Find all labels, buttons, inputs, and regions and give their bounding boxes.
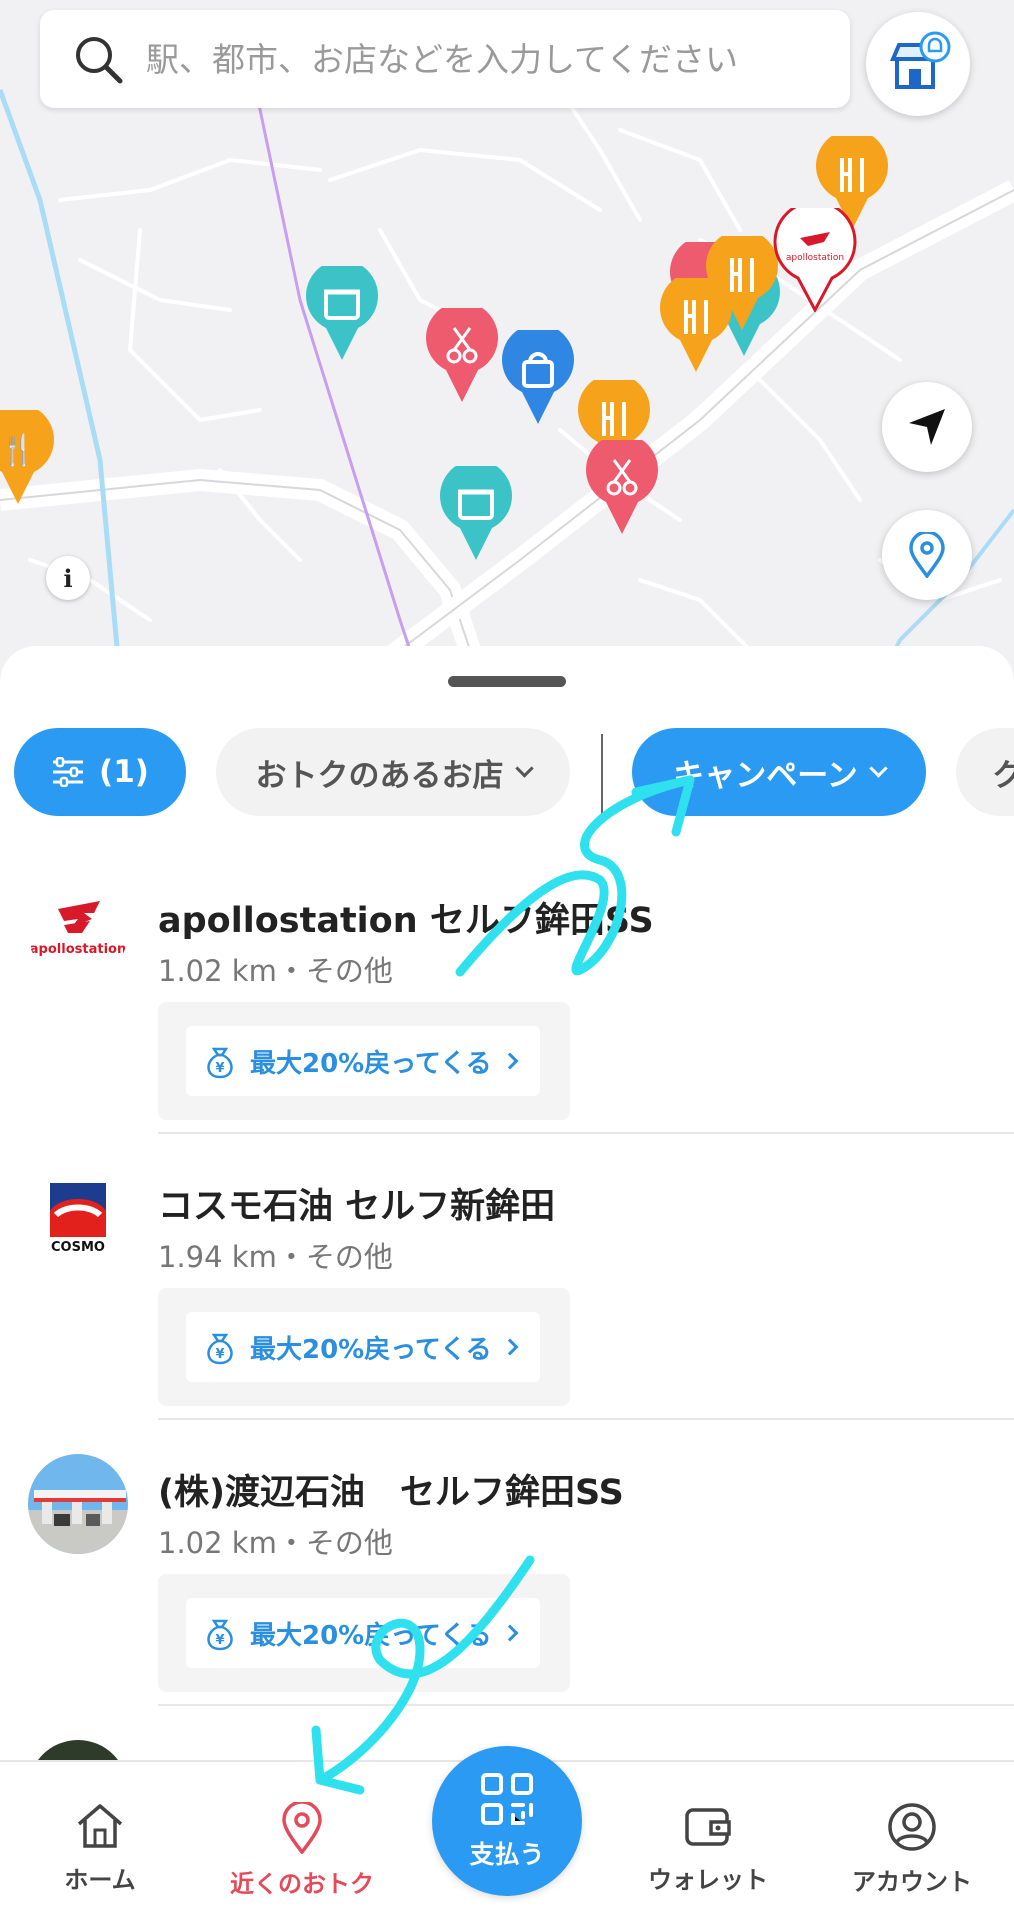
offer-box: ¥ 最大20%戻ってくる	[158, 1002, 570, 1120]
filter-count: (1)	[99, 754, 149, 790]
beauty-pin[interactable]	[584, 440, 660, 536]
list-divider	[158, 1132, 1014, 1134]
store-meta: 1.02 km・その他	[158, 1520, 393, 1562]
deals-stores-chip[interactable]: おトクのあるお店	[216, 728, 570, 816]
chevron-right-icon	[501, 1338, 519, 1356]
more-chip[interactable]: ク	[956, 728, 1014, 816]
search-bar[interactable]	[40, 10, 850, 108]
filter-sliders-icon	[53, 757, 84, 787]
meta-separator: ・	[276, 1526, 306, 1560]
offer-box: ¥ 最大20%戻ってくる	[158, 1574, 570, 1692]
svg-text:¥: ¥	[215, 1633, 224, 1648]
map-view[interactable]: 🍴 apollostation i	[0, 0, 1014, 680]
store-distance: 1.02 km	[158, 954, 277, 988]
store-distance: 1.02 km	[158, 1526, 277, 1560]
nav-wallet-label: ウォレット	[648, 1866, 768, 1894]
home-icon	[77, 1804, 123, 1848]
store-name: コスモ石油 セルフ新鉾田	[158, 1187, 556, 1227]
svg-text:¥: ¥	[215, 1061, 224, 1076]
store-name: (株)渡辺石油 セルフ鉾田SS	[158, 1473, 624, 1513]
navigation-arrow-icon	[909, 409, 945, 445]
cashback-offer-button[interactable]: ¥ 最大20%戻ってくる	[186, 1598, 540, 1668]
list-divider	[158, 1704, 1014, 1706]
nav-nearby-label: 近くのおトク	[230, 1870, 374, 1898]
apollostation-pin[interactable]: apollostation	[772, 208, 858, 312]
gas-station-photo	[28, 1454, 128, 1554]
svg-text:🍴: 🍴	[0, 432, 37, 468]
location-pin-button[interactable]	[882, 510, 972, 600]
wallet-icon	[685, 1808, 731, 1846]
filter-chips: (1) おトクのあるお店 キャンペーン ク	[0, 728, 1014, 820]
store-meta: 1.02 km・その他	[158, 948, 393, 990]
cashback-offer-button[interactable]: ¥ 最大20%戻ってくる	[186, 1312, 540, 1382]
offer-label: 最大20%戻ってくる	[250, 1048, 492, 1079]
filter-settings-chip[interactable]: (1)	[14, 728, 186, 816]
store-bell-icon	[889, 31, 951, 89]
restaurant-pin[interactable]: 🍴	[0, 410, 56, 506]
chevron-down-icon	[869, 758, 888, 778]
store-logo	[28, 1740, 128, 1760]
meta-separator: ・	[276, 1240, 306, 1274]
apollostation-logo: apollostation	[28, 882, 128, 982]
map-pin-icon	[909, 532, 945, 578]
chevron-down-icon	[514, 758, 534, 778]
campaign-chip[interactable]: キャンペーン	[632, 728, 926, 816]
store-meta: 1.94 km・その他	[158, 1234, 393, 1276]
offer-label: 最大20%戻ってくる	[250, 1620, 492, 1651]
more-chip-label: ク	[992, 757, 1014, 794]
map-pin-icon	[282, 1802, 322, 1854]
nav-account-label: アカウント	[852, 1868, 972, 1896]
bottom-navigation: ホーム 近くのおトク 支払う ウォレット アカウント	[0, 1746, 1014, 1920]
nav-wallet[interactable]: ウォレット	[628, 1802, 788, 1895]
chevron-right-icon	[501, 1624, 519, 1642]
offer-box: ¥ 最大20%戻ってくる	[158, 1288, 570, 1406]
cosmo-logo-text: COSMO	[51, 1240, 105, 1255]
cosmo-logo: COSMO	[28, 1168, 128, 1268]
qr-code-icon	[481, 1773, 533, 1825]
store-list-item[interactable]: (株)渡辺石油 セルフ鉾田SS 1.02 km・その他 ¥ 最大20%戻ってくる	[0, 1454, 1014, 1734]
account-icon	[888, 1803, 936, 1851]
store-list-sheet[interactable]: (1) おトクのあるお店 キャンペーン ク apollostation apol…	[0, 646, 1014, 1760]
pay-button-label: 支払う	[469, 1840, 545, 1869]
search-input[interactable]	[146, 39, 826, 79]
deals-stores-label: おトクのあるお店	[255, 757, 504, 794]
store-category: その他	[305, 1526, 393, 1560]
cashback-offer-button[interactable]: ¥ 最大20%戻ってくる	[186, 1026, 540, 1096]
nav-home-label: ホーム	[64, 1866, 136, 1894]
store-list-item[interactable]: apollostation apollostation セルフ鉾田SS 1.02…	[0, 882, 1014, 1162]
chip-divider	[601, 734, 603, 820]
money-bag-icon: ¥	[207, 1333, 233, 1365]
campaign-label: キャンペーン	[673, 757, 858, 794]
shopping-pin[interactable]	[500, 330, 576, 426]
map-info-button[interactable]: i	[46, 556, 90, 600]
svg-text:¥: ¥	[215, 1347, 224, 1362]
nav-home[interactable]: ホーム	[20, 1802, 180, 1895]
sheet-drag-handle[interactable]	[448, 676, 566, 687]
store-distance: 1.94 km	[158, 1240, 277, 1274]
list-divider	[158, 1418, 1014, 1420]
money-bag-icon: ¥	[207, 1619, 233, 1651]
shop-pin[interactable]	[304, 266, 380, 362]
money-bag-icon: ¥	[207, 1047, 233, 1079]
nav-nearby-deals[interactable]: 近くのおトク	[222, 1802, 382, 1899]
pay-button[interactable]: 支払う	[432, 1746, 582, 1896]
apollostation-pin-label: apollostation	[786, 253, 844, 263]
store-list-item[interactable]: COSMO コスモ石油 セルフ新鉾田 1.94 km・その他 ¥ 最大20%戻っ…	[0, 1168, 1014, 1448]
store-name: apollostation セルフ鉾田SS	[158, 901, 654, 941]
beauty-pin[interactable]	[424, 308, 500, 404]
shop-pin[interactable]	[438, 466, 514, 562]
store-notification-button[interactable]	[866, 12, 970, 116]
search-icon	[76, 37, 123, 84]
restaurant-pin[interactable]	[658, 278, 734, 374]
apollostation-logo-text: apollostation	[30, 942, 126, 957]
meta-separator: ・	[276, 954, 306, 988]
chevron-right-icon	[501, 1052, 519, 1070]
nav-account[interactable]: アカウント	[832, 1802, 992, 1897]
current-location-button[interactable]	[882, 382, 972, 472]
store-category: その他	[305, 1240, 393, 1274]
offer-label: 最大20%戻ってくる	[250, 1334, 492, 1365]
store-category: その他	[305, 954, 393, 988]
